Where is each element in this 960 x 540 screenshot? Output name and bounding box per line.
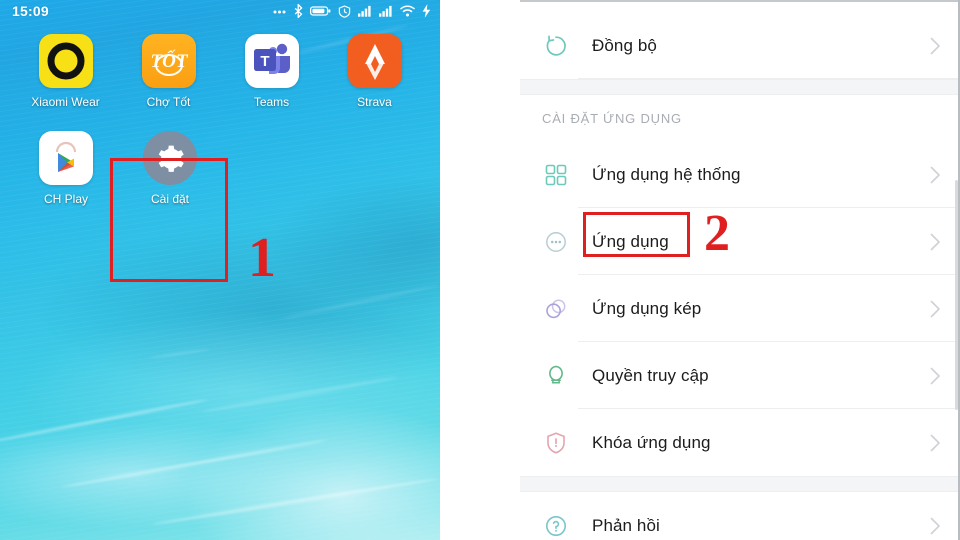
app-strava[interactable]: Strava [323, 34, 426, 109]
chevron-right-icon [926, 233, 944, 251]
settings-gear-icon [143, 131, 197, 185]
signal-bars-sim1-icon [358, 5, 371, 17]
chevron-right-icon [926, 367, 944, 385]
panel-top-edge [520, 0, 960, 2]
app-label: Strava [357, 95, 392, 109]
settings-list-panel: Đồng bộ CÀI ĐẶT ỨNG DỤNG Ứng dụng hệ thố… [520, 0, 960, 540]
app-label: Chợ Tốt [146, 95, 191, 109]
settings-row-sync[interactable]: Đồng bộ [520, 12, 960, 79]
alarm-clock-icon [338, 4, 351, 18]
google-play-icon [39, 131, 93, 185]
status-clock: 15:09 [12, 3, 49, 19]
settings-row-label: Ứng dụng [592, 231, 669, 251]
sync-icon [534, 33, 578, 59]
annotation-number-1: 1 [248, 227, 276, 289]
chevron-right-icon [926, 434, 944, 452]
dual-apps-icon [534, 296, 578, 322]
chevron-right-icon [926, 37, 944, 55]
status-icon-group [272, 4, 431, 18]
section-header-app-settings: CÀI ĐẶT ỨNG DỤNG [520, 95, 960, 141]
app-grid-icon [534, 163, 578, 187]
settings-row-feedback[interactable]: Phản hồi [520, 492, 960, 540]
more-dots-icon [273, 10, 286, 14]
bluetooth-icon [294, 4, 303, 18]
screenshot-root: 15:09 Xiaomi Wear TỐT Chợ Tốt T Teams St… [0, 0, 960, 540]
microsoft-teams-icon: T [244, 34, 299, 88]
app-label: Xiaomi Wear [31, 95, 100, 109]
battery-icon [310, 6, 331, 16]
charging-bolt-icon [422, 4, 431, 18]
app-ch-play[interactable]: CH Play [14, 131, 118, 206]
xiaomi-wear-icon [38, 34, 93, 88]
app-cai-dat[interactable]: Cài đặt [118, 131, 222, 206]
annotation-number-2: 2 [704, 205, 730, 262]
settings-row-label: Phản hồi [592, 515, 660, 535]
app-row-2: CH Play Cài đặt [0, 131, 440, 206]
settings-row-label: Ứng dụng kép [592, 298, 702, 318]
chevron-right-icon [926, 517, 944, 535]
signal-bars-sim2-icon [379, 5, 392, 17]
app-label: CH Play [43, 192, 88, 206]
app-grid: Xiaomi Wear TỐT Chợ Tốt T Teams Strava C… [0, 34, 440, 206]
app-row-1: Xiaomi Wear TỐT Chợ Tốt T Teams Strava [0, 34, 440, 109]
permission-badge-icon [534, 363, 578, 389]
settings-row-system-apps[interactable]: Ứng dụng hệ thống [520, 141, 960, 208]
settings-row-dual-apps[interactable]: Ứng dụng kép [520, 275, 960, 342]
settings-row-permissions[interactable]: Quyền truy cập [520, 342, 960, 409]
feedback-question-icon [534, 513, 578, 539]
app-dots-icon [534, 229, 578, 255]
phone-home-screen: 15:09 Xiaomi Wear TỐT Chợ Tốt T Teams St… [0, 0, 440, 540]
chevron-right-icon [926, 300, 944, 318]
app-label: Teams [253, 95, 290, 109]
app-cho-tot[interactable]: TỐT Chợ Tốt [117, 34, 220, 109]
app-xiaomi-wear[interactable]: Xiaomi Wear [14, 34, 117, 109]
app-teams[interactable]: T Teams [220, 34, 323, 109]
app-label: Cài đặt [150, 192, 190, 206]
settings-row-apps[interactable]: Ứng dụng [520, 208, 960, 275]
status-bar: 15:09 [0, 0, 440, 22]
strava-icon [347, 34, 402, 88]
settings-row-label: Ứng dụng hệ thống [592, 164, 741, 184]
chevron-right-icon [926, 166, 944, 184]
settings-row-label: Đồng bộ [592, 35, 657, 55]
cho-tot-icon: TỐT [141, 34, 196, 88]
settings-row-label: Quyền truy cập [592, 365, 709, 385]
section-gap-band-2 [520, 476, 960, 492]
svg-text:T: T [260, 53, 269, 70]
section-gap-band [520, 79, 960, 95]
wifi-icon [400, 5, 415, 17]
settings-row-label: Khóa ứng dụng [592, 432, 711, 452]
settings-row-app-lock[interactable]: Khóa ứng dụng [520, 409, 960, 476]
app-lock-shield-icon [534, 430, 578, 456]
row-divider [578, 78, 960, 79]
